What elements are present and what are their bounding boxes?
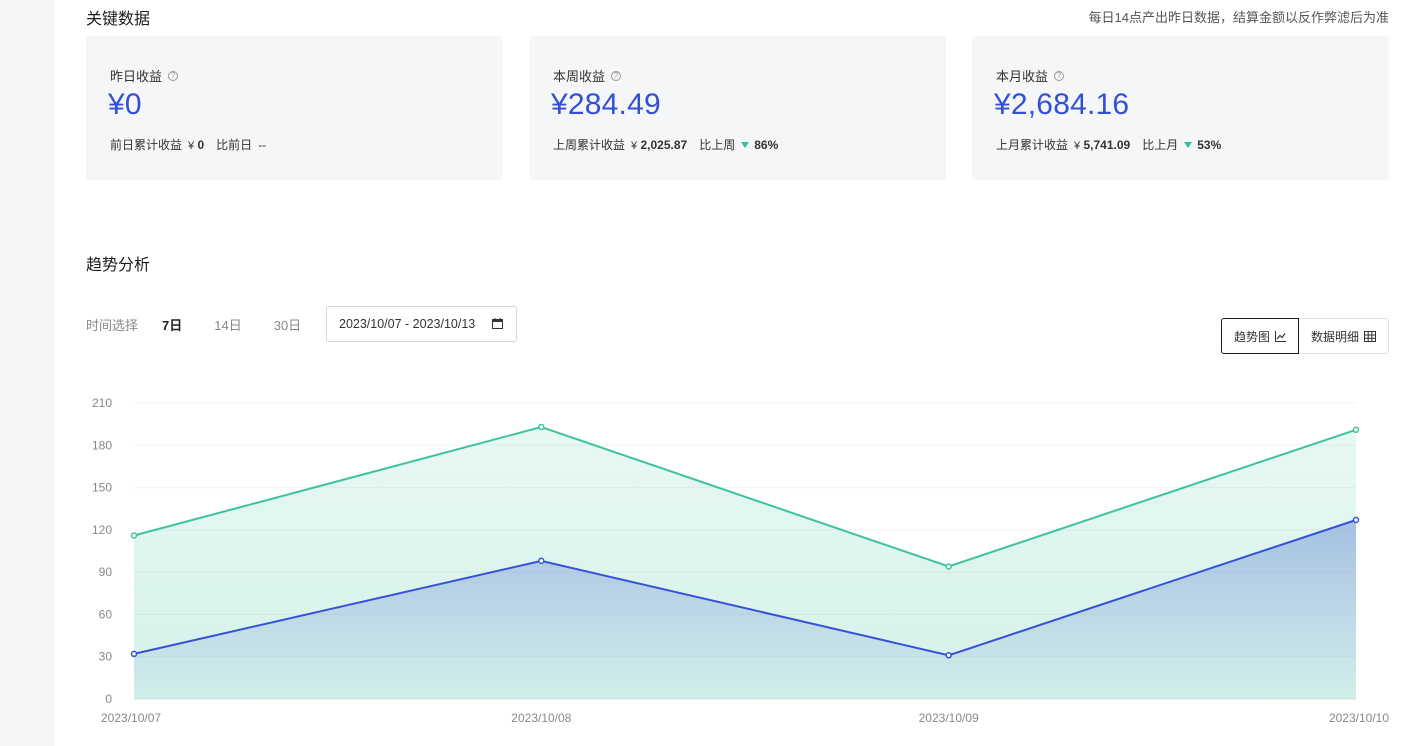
calendar-icon	[492, 318, 503, 329]
trend-area-chart: 0 30 60 90 120 150 180 210 2023/10/07 2023/10/08 2…	[92, 396, 1389, 725]
help-circle-icon[interactable]: ?	[1054, 70, 1065, 81]
card-sub: 前日累计收益 ¥ 0 比前日 --	[110, 136, 266, 153]
date-range-text: 2023/10/07 - 2023/10/13	[339, 317, 476, 331]
y-tick-label: 150	[92, 481, 112, 495]
prev-label: 上周累计收益	[553, 138, 626, 152]
card-label: 本周收益	[553, 69, 606, 84]
data-point	[538, 423, 545, 431]
view-chart-label: 趋势图	[1234, 329, 1271, 344]
prev-amount: ¥ 2,025.87	[631, 138, 687, 152]
data-detail-view-button[interactable]: 数据明细	[1299, 318, 1390, 354]
data-point	[945, 652, 952, 659]
range-14d-button[interactable]: 14日	[214, 315, 241, 334]
range-7d-button[interactable]: 7日	[162, 315, 182, 334]
x-tick-label: 2023/10/10	[1329, 711, 1389, 725]
compare-label: 比上月	[1142, 138, 1179, 152]
key-data-title: 关键数据	[86, 11, 151, 28]
view-table-label: 数据明细	[1311, 329, 1360, 344]
currency-symbol: ¥	[631, 139, 638, 152]
y-tick-label: 180	[92, 438, 112, 452]
card-label: 昨日收益	[110, 69, 163, 84]
table-icon	[1364, 330, 1377, 342]
card-amount: 2,684.16	[1010, 88, 1130, 121]
time-label: 时间选择	[86, 317, 139, 333]
x-tick-label: 2023/10/07	[101, 711, 161, 725]
trend-chart-view-button[interactable]: 趋势图	[1221, 318, 1300, 354]
y-tick-label: 0	[105, 692, 112, 706]
trend-title: 趋势分析	[86, 257, 151, 274]
data-point	[130, 532, 138, 539]
data-note: 每日14点产出昨日数据，结算金额以反作弊滤后为准	[1088, 10, 1389, 25]
time-filter: 时间选择 7日 14日 30日	[86, 306, 333, 342]
card-value: ¥2,684.16	[994, 88, 1129, 122]
y-tick-label: 210	[92, 396, 112, 410]
prev-value: 5,741.09	[1083, 137, 1131, 152]
card-label-wrap: 昨日收益 ?	[110, 66, 179, 85]
compare-value: 53%	[1197, 137, 1222, 152]
compare-label: 比前日	[216, 138, 253, 152]
x-tick-label: 2023/10/08	[511, 711, 571, 725]
data-point	[538, 557, 545, 565]
card-value: ¥284.49	[551, 88, 661, 122]
prev-amount: ¥ 0	[188, 138, 204, 152]
card-yesterday: 昨日收益 ? ¥0 前日累计收益 ¥ 0 比前日 --	[86, 36, 503, 180]
y-tick-label: 30	[99, 650, 113, 664]
triangle-down-icon	[741, 141, 750, 148]
x-tick-label: 2023/10/09	[919, 711, 979, 725]
card-this-week: 本周收益 ? ¥284.49 上周累计收益 ¥ 2,025.87 比上周 86%	[529, 36, 946, 180]
card-sub: 上月累计收益 ¥ 5,741.09 比上月 53%	[996, 136, 1221, 153]
card-sub: 上周累计收益 ¥ 2,025.87 比上周 86%	[553, 136, 778, 153]
card-value: ¥0	[108, 88, 142, 122]
compare-value: --	[258, 137, 267, 152]
card-label-wrap: 本月收益 ?	[996, 66, 1065, 85]
prev-label: 前日累计收益	[110, 138, 183, 152]
view-toggle: 趋势图 数据明细	[1221, 318, 1390, 354]
prev-value: 2,025.87	[640, 137, 688, 152]
currency-symbol: ¥	[1074, 139, 1081, 152]
currency-symbol: ¥	[108, 88, 125, 121]
card-label: 本月收益	[996, 69, 1049, 84]
card-label-wrap: 本周收益 ?	[553, 66, 622, 85]
data-point	[1352, 516, 1360, 524]
prev-value: 0	[197, 137, 205, 152]
currency-symbol: ¥	[551, 88, 568, 121]
prev-label: 上月累计收益	[996, 138, 1069, 152]
card-this-month: 本月收益 ? ¥2,684.16 上月累计收益 ¥ 5,741.09 比上月 5…	[972, 36, 1389, 180]
range-30d-button[interactable]: 30日	[274, 315, 301, 334]
currency-symbol: ¥	[994, 88, 1011, 121]
card-amount: 284.49	[567, 88, 661, 121]
data-point	[1352, 426, 1360, 434]
y-tick-label: 120	[92, 523, 112, 537]
triangle-down-icon	[1184, 141, 1193, 148]
help-circle-icon[interactable]: ?	[168, 70, 179, 81]
prev-amount: ¥ 5,741.09	[1074, 138, 1130, 152]
data-point	[130, 650, 138, 658]
y-tick-label: 60	[99, 607, 113, 621]
card-amount: 0	[124, 88, 142, 121]
line-chart-icon	[1275, 330, 1287, 342]
y-tick-label: 90	[99, 565, 113, 579]
data-point	[945, 563, 952, 570]
compare-label: 比上周	[699, 138, 736, 152]
date-range-picker[interactable]: 2023/10/07 - 2023/10/13	[326, 306, 517, 342]
help-circle-icon[interactable]: ?	[611, 70, 622, 81]
currency-symbol: ¥	[188, 139, 195, 152]
compare-value: 86%	[754, 137, 779, 152]
